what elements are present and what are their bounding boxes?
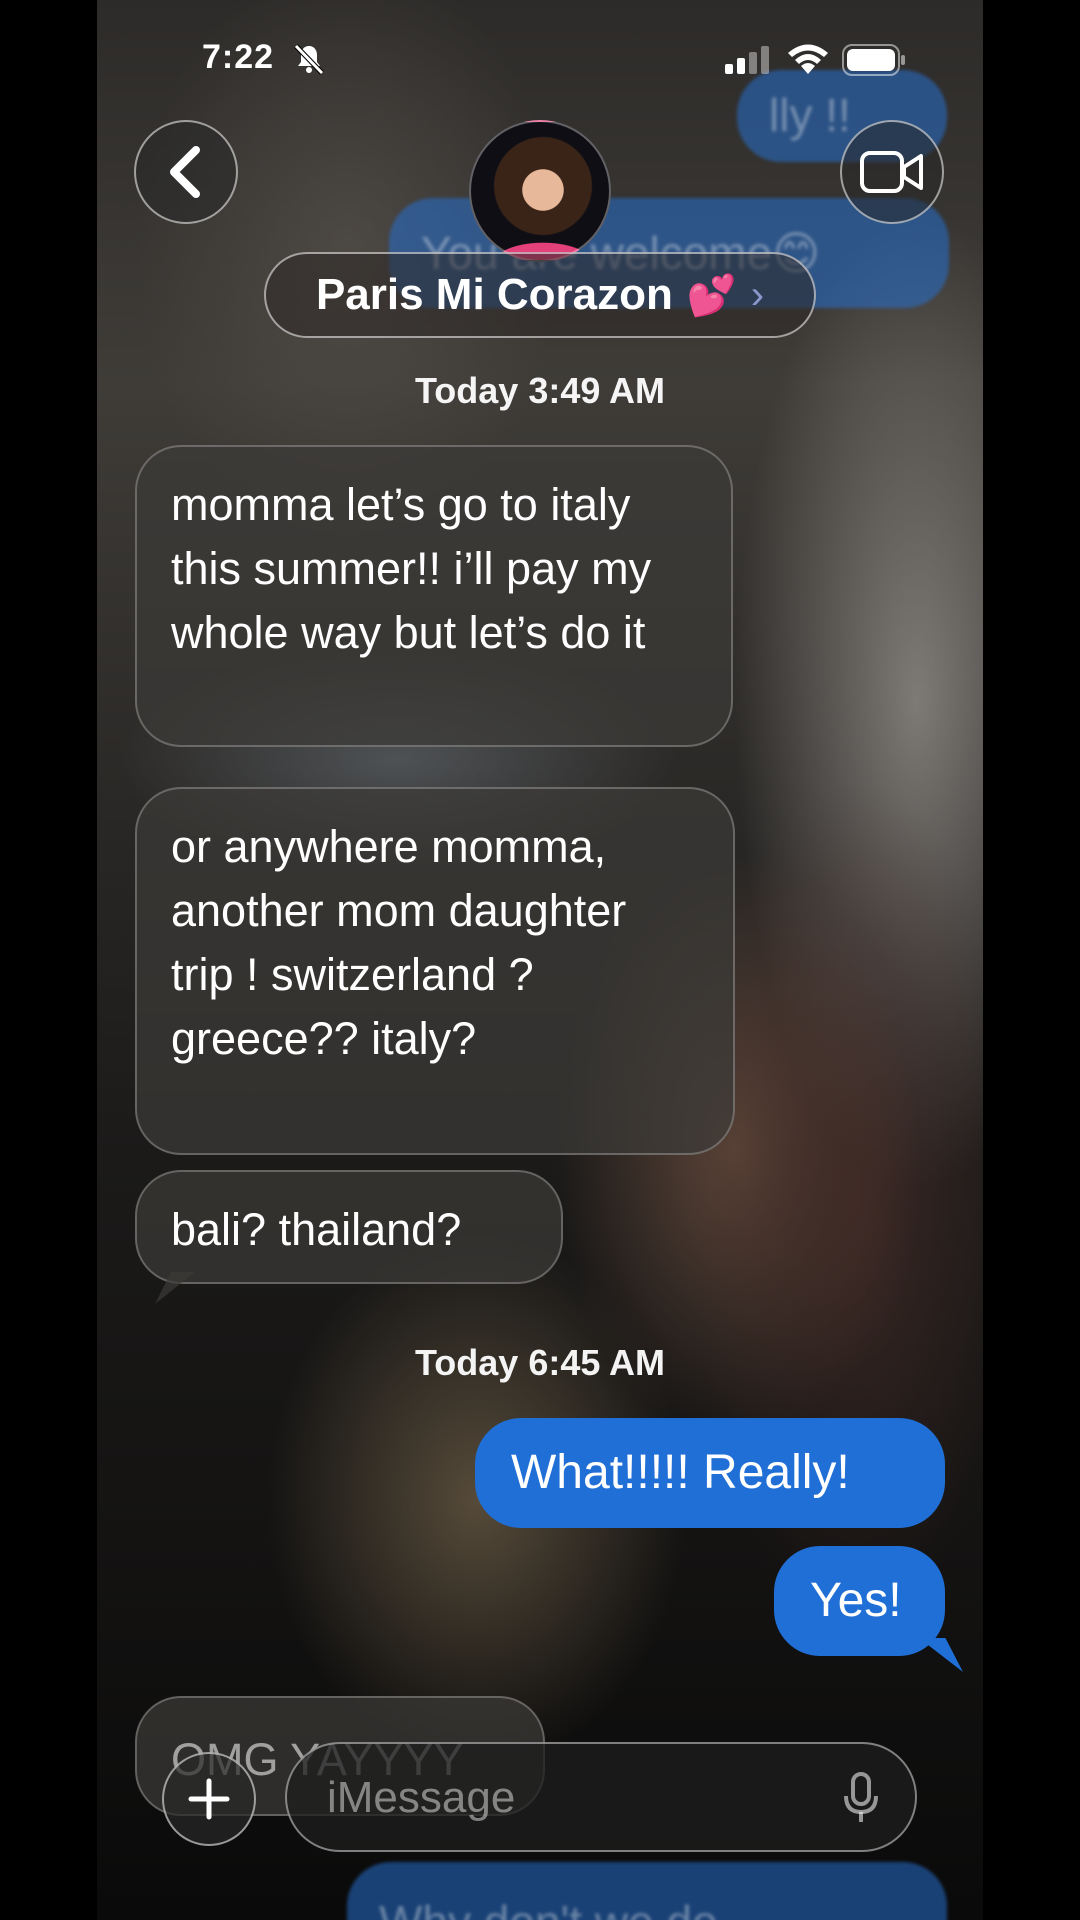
plus-icon <box>188 1778 230 1820</box>
chevron-right-icon: › <box>750 272 765 317</box>
message-timestamp: Today 3:49 AM <box>414 370 666 411</box>
received-message[interactable]: momma let’s go to italy this summer!! i’… <box>135 445 733 747</box>
ghost-bubble-bottom: Why don't we do <box>347 1862 947 1920</box>
facetime-video-button[interactable] <box>840 120 944 224</box>
battery-icon <box>842 44 905 76</box>
silent-bell-icon <box>294 44 324 75</box>
microphone-icon[interactable] <box>843 1772 879 1826</box>
add-attachment-button[interactable] <box>162 1752 256 1846</box>
messages-screen: lly !! You are welcome😊 7:22 <box>97 0 983 1920</box>
contact-name-button[interactable]: Paris Mi Corazon 💕 › <box>264 252 816 338</box>
back-chevron-icon <box>170 146 200 198</box>
contact-emoji: 💕 <box>686 273 737 318</box>
received-message[interactable]: or anywhere momma, another mom daughter … <box>135 787 735 1155</box>
sent-message[interactable]: Yes! <box>774 1546 945 1656</box>
received-message[interactable]: bali? thailand? <box>135 1170 563 1284</box>
status-time: 7:22 <box>202 38 275 76</box>
contact-name: Paris Mi Corazon <box>315 270 673 319</box>
video-camera-icon <box>860 151 923 193</box>
back-button[interactable] <box>134 120 238 224</box>
message-input[interactable] <box>325 1766 809 1830</box>
bubble-tail <box>919 1638 963 1672</box>
signal-icon <box>725 46 769 74</box>
status-bar: 7:22 <box>97 38 983 88</box>
contact-avatar[interactable] <box>469 120 611 262</box>
wifi-icon <box>788 44 828 74</box>
sent-message[interactable]: What!!!!! Really! <box>475 1418 945 1528</box>
message-timestamp: Today 6:45 AM <box>414 1342 666 1383</box>
message-input-field[interactable] <box>285 1742 917 1852</box>
